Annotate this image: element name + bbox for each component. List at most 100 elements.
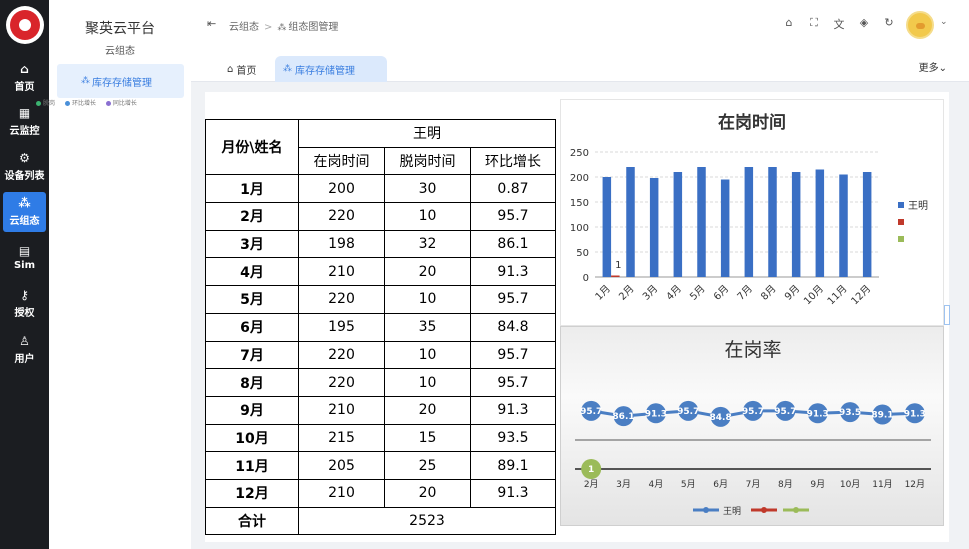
x-tick-label: 9月	[810, 479, 825, 490]
rail-item-label: 设备列表	[4, 171, 45, 182]
x-tick-label: 11月	[872, 479, 892, 490]
chevron-down-icon[interactable]: ⌄	[940, 17, 948, 27]
rail-item-home[interactable]: ⌂ 首页	[0, 58, 49, 98]
legend-dot-icon	[105, 101, 111, 106]
nodes-icon: ⁂	[18, 196, 31, 210]
dashboard-icon[interactable]: ⌂	[782, 16, 796, 29]
table-row: 5月 220 10 95.7	[205, 285, 556, 314]
platform-subtitle: 云组态	[105, 46, 135, 57]
secondary-sidebar: 聚英云平台 云组态 ⁂ 库存存储管理	[49, 0, 191, 549]
rail-item-cloud-monitor[interactable]: ▦ 云监控	[0, 102, 49, 142]
bar	[649, 178, 659, 277]
x-tick-label: 3月	[640, 283, 660, 303]
rail-item-device-list[interactable]: ⚙ 设备列表	[0, 147, 49, 187]
breadcrumb-item: 组态图管理	[288, 22, 339, 33]
x-tick-label: 5月	[681, 479, 696, 490]
theme-icon[interactable]: ◈	[857, 16, 871, 29]
table-cell-on-duty: 210	[298, 395, 385, 425]
gear-icon: ⚙	[19, 151, 30, 165]
x-tick-label: 2月	[584, 479, 599, 490]
x-tick-label: 10月	[801, 283, 826, 308]
rail-item-label: 首页	[14, 82, 35, 93]
table-cell-on-duty: 210	[298, 478, 385, 508]
table-cell-month: 1月	[205, 174, 299, 204]
rail-item-authorize[interactable]: ⚷ 授权	[0, 284, 49, 324]
table-cell-ratio: 95.7	[470, 202, 556, 231]
x-tick-label: 6月	[711, 283, 731, 303]
menu-item-label: 库存存储管理	[92, 77, 152, 89]
bar	[697, 167, 706, 277]
bar	[611, 275, 620, 277]
bar	[839, 174, 848, 277]
table-total-label: 合计	[205, 506, 299, 536]
y-tick-label: 200	[570, 173, 589, 184]
table-cell-off-duty: 25	[384, 451, 471, 480]
data-label: 95.7	[580, 407, 602, 417]
table-cell-month: 9月	[205, 395, 299, 425]
tab-label: 首页	[236, 65, 257, 77]
menu-item-inventory-storage[interactable]: ⁂ 库存存储管理	[57, 64, 184, 98]
bar-chart: 在岗时间 0 50 100 150 200 250 1月 2月 3月 4月 5月 6月 7月 8月 9月 10月…	[570, 112, 928, 308]
table-body: 1月 200 30 0.87 2月 220 10 95.7 3月 198 32 86.1 4月 210 20…	[205, 174, 556, 508]
translate-icon[interactable]: 文	[832, 16, 846, 32]
logo-mark-icon	[10, 10, 40, 40]
table-cell-on-duty: 220	[298, 368, 385, 397]
legend-item: 脱岗	[36, 100, 55, 107]
table-corner-header: 月份\姓名	[205, 118, 299, 176]
table-cell-ratio: 91.3	[470, 395, 556, 425]
table-cell-off-duty: 30	[384, 174, 471, 204]
data-label: 86.1	[612, 412, 634, 422]
rail-item-sim[interactable]: ▤ Sim	[0, 238, 49, 278]
bar	[673, 172, 683, 277]
breadcrumb-item[interactable]: 云组态	[229, 22, 259, 33]
x-tick-label: 8月	[759, 283, 779, 303]
table-cell-on-duty: 205	[298, 451, 385, 480]
key-icon: ⚷	[20, 288, 29, 302]
x-tick-label: 10月	[840, 479, 860, 490]
table-row: 2月 220 10 95.7	[205, 202, 556, 231]
table-cell-ratio: 93.5	[470, 423, 556, 453]
table-cell-ratio: 89.1	[470, 451, 556, 480]
breadcrumb-separator: >	[264, 22, 273, 33]
x-tick-label: 6月	[713, 479, 728, 490]
refresh-icon[interactable]: ↻	[882, 16, 896, 29]
table-row: 8月 220 10 95.7	[205, 368, 556, 397]
line-chart-panel: 在岗率 95.7 86.1 91.3 95.7 84.8 95.7 95.7 91.3 93.5 8…	[560, 326, 944, 526]
table-cell-off-duty: 10	[384, 340, 471, 370]
table-person-header: 王明	[298, 119, 556, 148]
table-row: 3月 198 32 86.1	[205, 229, 556, 259]
fold-icon[interactable]: ⇤	[207, 17, 216, 30]
legend-label: 王明	[908, 200, 928, 212]
table-cell-month: 2月	[205, 202, 299, 231]
sim-icon: ▤	[18, 244, 31, 258]
rail-item-cloud-config[interactable]: ⁂ 云组态	[3, 192, 46, 232]
attendance-table: 月份\姓名 王明 在岗时间 脱岗时间 环比增长 1月 200 30 0.87 2月 220…	[205, 118, 556, 536]
platform-title: 聚英云平台	[85, 21, 155, 37]
table-row: 10月 215 15 93.5	[205, 423, 556, 453]
chart-title: 在岗时间	[718, 112, 786, 133]
x-tick-label: 4月	[649, 479, 664, 490]
data-label: 95.7	[742, 407, 764, 417]
table-row: 12月 210 20 91.3	[205, 478, 556, 508]
table-cell-ratio: 95.7	[470, 368, 556, 397]
legend-label: 脱岗	[43, 100, 56, 107]
data-label: 91.3	[904, 409, 926, 419]
y-tick-label: 100	[570, 223, 589, 234]
tab-inventory-storage[interactable]: ⁂ 库存存储管理	[275, 56, 387, 82]
x-tick-label: 4月	[664, 283, 684, 303]
rail-item-user[interactable]: ♙ 用户	[0, 330, 49, 370]
table-cell-month: 4月	[205, 257, 299, 287]
scroll-handle[interactable]	[944, 305, 950, 325]
tab-home[interactable]: ⌂ 首页	[219, 56, 264, 82]
legend-swatch	[898, 219, 904, 225]
avatar[interactable]	[906, 11, 934, 39]
fullscreen-icon[interactable]: ⛶	[807, 16, 821, 30]
top-header: ⇤ 云组态 > ⁂ 组态图管理 ⌂ ⛶ 文 ◈ ↻ ⌄	[191, 0, 969, 50]
line-chart: 在岗率 95.7 86.1 91.3 95.7 84.8 95.7 95.7 91.3 93.5 8…	[575, 339, 931, 517]
app-logo[interactable]	[6, 6, 44, 44]
nodes-icon: ⁂	[81, 76, 90, 86]
tabs-more-dropdown[interactable]: 更多⌄	[919, 59, 947, 74]
data-label: 1	[588, 465, 594, 475]
table-cell-off-duty: 10	[384, 202, 471, 231]
x-tick-label: 3月	[616, 479, 631, 490]
